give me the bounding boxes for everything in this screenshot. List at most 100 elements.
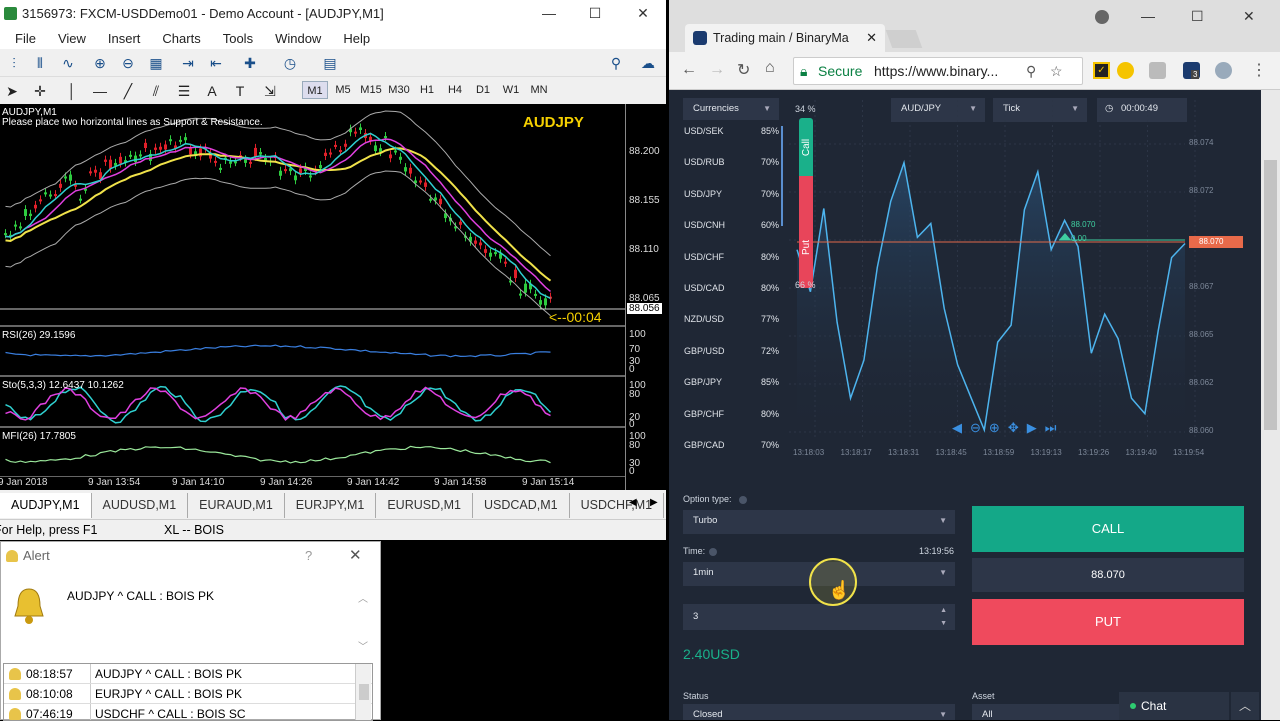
browser-minimize-button[interactable]: — xyxy=(1141,8,1155,24)
chart-shift-icon[interactable]: ⇤ xyxy=(206,54,226,72)
extension-sync-icon[interactable] xyxy=(1215,62,1232,79)
timeframe-m5[interactable]: M5 xyxy=(330,81,356,99)
chart-tab-euraud[interactable]: EURAUD,M1 xyxy=(188,493,285,518)
scroll-down-icon[interactable]: ﹀ xyxy=(358,638,368,653)
mt4-close-button[interactable]: ✕ xyxy=(620,0,666,27)
put-button[interactable]: PUT xyxy=(972,599,1244,645)
stepper-icon[interactable]: ▲ ▼ xyxy=(940,604,947,630)
zoom-search-icon[interactable]: ⚲ xyxy=(1026,58,1036,84)
nav-back-icon[interactable]: ◀ xyxy=(952,420,962,436)
text-icon[interactable]: A xyxy=(202,82,222,100)
fibonacci-icon[interactable]: ☰ xyxy=(174,82,194,100)
indicators-icon[interactable]: ✚ xyxy=(240,54,260,72)
amount-input[interactable]: 3 ▲ ▼ xyxy=(683,604,955,630)
tabs-scroll-left-icon[interactable]: ◀ xyxy=(629,497,637,508)
nav-forward-icon[interactable]: ▶ xyxy=(1027,420,1037,436)
arrows-icon[interactable]: ⇲ xyxy=(260,82,280,100)
bar-chart-icon[interactable]: ⫶ xyxy=(4,54,24,72)
extension-shield-icon[interactable]: 3 xyxy=(1183,62,1200,79)
menu-view[interactable]: View xyxy=(47,31,97,46)
timeframe-m1[interactable]: M1 xyxy=(302,81,328,99)
templates-icon[interactable]: ▤ xyxy=(320,54,340,72)
time-help-icon[interactable] xyxy=(709,548,717,556)
scroll-up-icon[interactable]: ︿ xyxy=(358,590,368,605)
profile-icon[interactable] xyxy=(1095,10,1109,24)
timeframe-h1[interactable]: H1 xyxy=(414,81,440,99)
page-scrollbar-thumb[interactable] xyxy=(1264,160,1277,430)
chart-tab-audusd[interactable]: AUDUSD,M1 xyxy=(92,493,189,518)
timeframe-m15[interactable]: M15 xyxy=(358,81,384,99)
search-icon[interactable]: ⚲ xyxy=(606,54,626,72)
currency-list-scrollbar[interactable] xyxy=(781,126,783,226)
extension-check-icon[interactable]: ✓ xyxy=(1093,62,1110,79)
zoom-in-icon[interactable]: ⊕ xyxy=(989,420,1000,436)
cursor-icon[interactable]: ➤ xyxy=(2,82,22,100)
channel-icon[interactable]: ⫽ xyxy=(146,82,166,100)
line-chart-icon[interactable]: ∿ xyxy=(58,54,78,72)
extension-puzzle-icon[interactable] xyxy=(1149,62,1166,79)
timeframe-w1[interactable]: W1 xyxy=(498,81,524,99)
timeframe-h4[interactable]: H4 xyxy=(442,81,468,99)
status-filter-dropdown[interactable]: Closed ▼ xyxy=(683,704,955,720)
currency-item[interactable]: USD/CAD 80% xyxy=(684,283,779,293)
tabs-scroll-right-icon[interactable]: ▶ xyxy=(650,497,658,508)
timeframe-mn[interactable]: MN xyxy=(526,81,552,99)
nav-reset-icon[interactable]: ✥ xyxy=(1008,420,1019,436)
currency-item[interactable]: GBP/USD 72% xyxy=(684,346,779,356)
chart-tab-eurjpy[interactable]: EURJPY,M1 xyxy=(285,493,377,518)
timeframe-d1[interactable]: D1 xyxy=(470,81,496,99)
vertical-line-icon[interactable]: │ xyxy=(62,82,82,100)
auto-scroll-icon[interactable]: ⇥ xyxy=(178,54,198,72)
mt4-minimize-button[interactable]: — xyxy=(526,0,572,27)
currency-item[interactable]: NZD/USD 77% xyxy=(684,314,779,324)
browser-maximize-button[interactable]: ☐ xyxy=(1191,8,1204,25)
currency-item[interactable]: USD/CNH 60% xyxy=(684,220,779,230)
horizontal-line-icon[interactable]: — xyxy=(90,82,110,100)
tile-windows-icon[interactable]: ▦ xyxy=(146,54,166,72)
option-type-dropdown[interactable]: Turbo ▼ xyxy=(683,510,955,534)
chat-button[interactable]: Chat xyxy=(1119,692,1229,720)
new-tab-button[interactable] xyxy=(885,30,923,48)
zoom-out-icon[interactable]: ⊖ xyxy=(970,420,981,436)
browser-tab[interactable]: Trading main / BinaryMa ✕ xyxy=(685,24,885,52)
currency-item[interactable]: USD/RUB 70% xyxy=(684,157,779,167)
alert-list-scrollbar[interactable] xyxy=(355,664,371,720)
alert-help-button[interactable]: ? xyxy=(305,548,312,563)
timeframe-m30[interactable]: M30 xyxy=(386,81,412,99)
call-button[interactable]: CALL xyxy=(972,506,1244,552)
currency-item[interactable]: USD/CHF 80% xyxy=(684,252,779,262)
home-icon[interactable]: ⌂ xyxy=(765,59,775,77)
chat-bubbles-icon[interactable]: ☁ xyxy=(638,54,658,72)
text-label-icon[interactable]: T xyxy=(230,82,250,100)
forward-icon[interactable]: → xyxy=(709,61,725,79)
browser-menu-icon[interactable]: ⋮ xyxy=(1251,60,1267,80)
back-icon[interactable]: ← xyxy=(681,61,697,79)
candlestick-icon[interactable]: ⫴ xyxy=(30,54,50,72)
chart-tab-audjpy[interactable]: AUDJPY,M1 xyxy=(0,493,92,518)
reload-icon[interactable]: ↻ xyxy=(737,60,750,80)
alert-row[interactable]: 08:10:08 EURJPY ^ CALL : BOIS PK xyxy=(4,684,372,704)
menu-file[interactable]: File xyxy=(4,31,47,46)
option-type-help-icon[interactable] xyxy=(739,496,747,504)
mt4-maximize-button[interactable]: ☐ xyxy=(572,0,618,27)
currency-item[interactable]: GBP/CHF 80% xyxy=(684,409,779,419)
crosshair-icon[interactable]: ✛ xyxy=(30,82,50,100)
extension-home-icon[interactable] xyxy=(1117,62,1134,79)
zoom-in-icon[interactable]: ⊕ xyxy=(90,54,110,72)
alert-row[interactable]: 07:46:19 USDCHF ^ CALL : BOIS SC xyxy=(4,704,372,720)
trendline-icon[interactable]: ╱ xyxy=(118,82,138,100)
currency-item[interactable]: GBP/JPY 85% xyxy=(684,377,779,387)
address-bar[interactable]: 🔒︎ Secure https://www.binary... ⚲ ☆ xyxy=(793,57,1083,85)
zoom-out-icon[interactable]: ⊖ xyxy=(118,54,138,72)
currency-item[interactable]: USD/SEK 85% xyxy=(684,126,779,136)
alert-row[interactable]: 08:18:57 AUDJPY ^ CALL : BOIS PK xyxy=(4,664,372,684)
currency-item[interactable]: USD/JPY 70% xyxy=(684,189,779,199)
tab-close-icon[interactable]: ✕ xyxy=(866,24,877,52)
menu-help[interactable]: Help xyxy=(332,31,381,46)
asset-filter-dropdown[interactable]: All xyxy=(972,704,1122,720)
periods-clock-icon[interactable]: ◷ xyxy=(280,54,300,72)
menu-window[interactable]: Window xyxy=(264,31,332,46)
browser-close-button[interactable]: ✕ xyxy=(1243,8,1255,25)
currency-item[interactable]: GBP/CAD 70% xyxy=(684,440,779,450)
nav-end-icon[interactable]: ⏭ xyxy=(1045,420,1057,436)
